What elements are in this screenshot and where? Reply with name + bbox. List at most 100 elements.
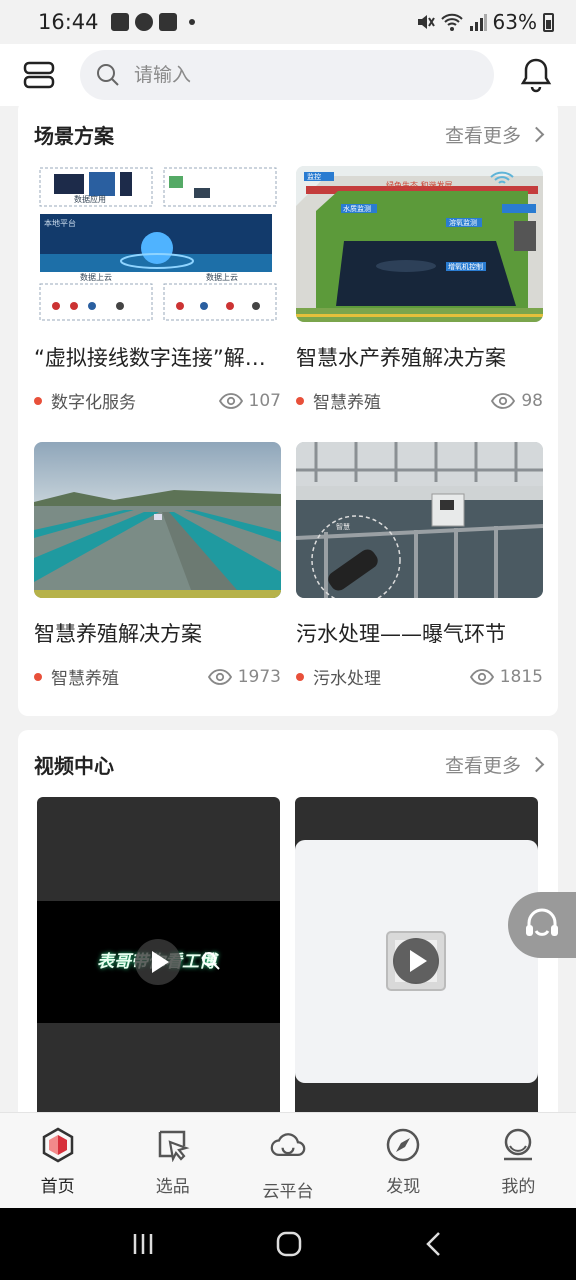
video-center-card: 视频中心 查看更多 表哥带你看工博 bbox=[18, 730, 558, 1112]
eye-icon bbox=[491, 392, 516, 409]
compass-icon bbox=[386, 1128, 420, 1162]
search-bar[interactable] bbox=[80, 50, 494, 100]
video-card[interactable]: 表哥带你看工博 bbox=[37, 797, 280, 1112]
tab-label: 首页 bbox=[40, 1177, 75, 1197]
view-count: 107 bbox=[218, 390, 281, 411]
menu-button[interactable] bbox=[22, 58, 56, 92]
scene-title: 场景方案 bbox=[34, 123, 114, 148]
eye-icon bbox=[207, 668, 232, 685]
eye-icon bbox=[469, 668, 494, 685]
main-content[interactable]: 场景方案 查看更多 数据应用 本地平台 数据上云 数据上云 “虚拟接线数字连接”… bbox=[0, 106, 576, 1112]
view-count-value: 1815 bbox=[499, 666, 543, 687]
scene-item-name: “虚拟接线数字连接”解决方案 bbox=[34, 346, 281, 370]
tab-mine[interactable]: 我的 bbox=[461, 1113, 576, 1208]
customer-service-button[interactable] bbox=[508, 892, 576, 958]
app-icon bbox=[134, 13, 153, 31]
system-status: 63% bbox=[415, 10, 554, 34]
signal-icon bbox=[469, 14, 487, 31]
scene-thumb-farm bbox=[34, 442, 281, 598]
scene-item-meta: 智慧养殖 98 bbox=[296, 388, 543, 413]
status-time: 16:44 bbox=[38, 10, 99, 34]
battery-percent: 63% bbox=[492, 10, 537, 34]
tab-label: 我的 bbox=[501, 1177, 536, 1197]
video-card[interactable] bbox=[295, 797, 538, 1112]
scene-more-label: 查看更多 bbox=[444, 124, 521, 147]
play-icon[interactable] bbox=[135, 939, 181, 985]
tag-dot-icon bbox=[296, 672, 304, 681]
scene-item-tag: 智慧养殖 bbox=[51, 669, 119, 689]
scene-item[interactable]: 智慧 污水处理——曝气环节 污水处理 1815 bbox=[296, 442, 543, 689]
recent-apps-icon[interactable] bbox=[130, 1231, 156, 1257]
mute-icon bbox=[417, 15, 435, 29]
search-input[interactable] bbox=[134, 64, 454, 86]
scene-thumb-sewage: 智慧 bbox=[296, 442, 543, 598]
scene-item-meta: 智慧养殖 1973 bbox=[34, 664, 281, 689]
tab-label: 云平台 bbox=[262, 1182, 314, 1202]
view-count: 1973 bbox=[207, 666, 281, 687]
tab-label: 选品 bbox=[155, 1177, 190, 1197]
thumb-label: 溶氧监测 bbox=[449, 219, 477, 227]
scene-item-tag: 污水处理 bbox=[313, 669, 381, 689]
menu-icon bbox=[23, 61, 55, 89]
scene-thumb-fishpond: 绿色生态 和谐发展 水质监测 溶氧监测 增氧机控制 监控 bbox=[296, 166, 543, 322]
scene-item-meta: 数字化服务 107 bbox=[34, 388, 281, 413]
chevron-right-icon bbox=[528, 756, 545, 772]
thumb-label: 智慧 bbox=[336, 523, 350, 531]
thumb-label: 数据上云 bbox=[80, 273, 112, 282]
notification-icons bbox=[110, 13, 195, 31]
scene-item-meta: 污水处理 1815 bbox=[296, 664, 543, 689]
bottom-tab-bar: 首页 选品 云平台 发现 我的 bbox=[0, 1112, 576, 1208]
tab-label: 发现 bbox=[386, 1177, 421, 1197]
scene-solutions-card: 场景方案 查看更多 数据应用 本地平台 数据上云 数据上云 “虚拟接线数字连接”… bbox=[18, 106, 558, 716]
thumb-label: 数据上云 bbox=[206, 273, 238, 282]
headset-icon bbox=[526, 908, 558, 936]
tab-cloud-platform[interactable]: 云平台 bbox=[230, 1113, 345, 1208]
thumb-label: 监控 bbox=[307, 173, 321, 181]
cloud-icon bbox=[270, 1133, 306, 1157]
bell-icon bbox=[520, 58, 552, 93]
view-count-value: 107 bbox=[248, 390, 281, 411]
scene-more-link[interactable]: 查看更多 bbox=[444, 121, 545, 148]
video-more-label: 查看更多 bbox=[444, 754, 521, 777]
tag-dot-icon bbox=[34, 396, 42, 405]
scene-thumb-diagram: 数据应用 本地平台 数据上云 数据上云 bbox=[34, 166, 281, 322]
system-nav-bar bbox=[0, 1208, 576, 1280]
wifi-icon bbox=[440, 13, 463, 31]
wireless-signal-icon bbox=[490, 171, 514, 184]
magnifier-icon bbox=[202, 952, 220, 970]
chevron-right-icon bbox=[528, 126, 545, 142]
video-title: 视频中心 bbox=[34, 753, 114, 778]
thumb-label: 水质监测 bbox=[343, 205, 371, 213]
video-more-link[interactable]: 查看更多 bbox=[444, 751, 545, 778]
checkbox-icon bbox=[158, 13, 177, 31]
status-bar: 16:44 63% bbox=[0, 0, 576, 44]
scene-item-name: 污水处理——曝气环节 bbox=[296, 622, 506, 646]
tab-home[interactable]: 首页 bbox=[0, 1113, 115, 1208]
notification-button[interactable] bbox=[518, 55, 554, 95]
tab-select[interactable]: 选品 bbox=[115, 1113, 230, 1208]
view-count-value: 98 bbox=[521, 390, 543, 411]
thumb-label: 本地平台 bbox=[44, 219, 76, 228]
search-icon bbox=[97, 64, 119, 86]
scene-item-tag: 数字化服务 bbox=[51, 393, 136, 413]
scene-item[interactable]: 数据应用 本地平台 数据上云 数据上云 “虚拟接线数字连接”解决方案 数字化服务… bbox=[34, 166, 281, 413]
tag-dot-icon bbox=[296, 396, 304, 405]
tab-discover[interactable]: 发现 bbox=[346, 1113, 461, 1208]
scene-item[interactable]: 绿色生态 和谐发展 水质监测 溶氧监测 增氧机控制 监控 智慧水产养殖解决方案 … bbox=[296, 166, 543, 413]
view-count-value: 1973 bbox=[237, 666, 281, 687]
thumb-label: 绿色生态 和谐发展 bbox=[386, 181, 453, 190]
view-count: 1815 bbox=[469, 666, 543, 687]
top-bar bbox=[0, 44, 576, 106]
cursor-select-icon bbox=[158, 1130, 190, 1162]
home-button-icon[interactable] bbox=[275, 1230, 303, 1258]
thumb-label: 数据应用 bbox=[74, 195, 106, 204]
back-icon[interactable] bbox=[422, 1230, 446, 1258]
scene-header: 场景方案 查看更多 bbox=[34, 114, 545, 154]
gallery-icon bbox=[110, 13, 129, 31]
scene-item[interactable]: 智慧养殖解决方案 智慧养殖 1973 bbox=[34, 442, 281, 689]
view-count: 98 bbox=[491, 391, 543, 411]
eye-icon bbox=[218, 392, 243, 409]
home-icon bbox=[42, 1127, 73, 1163]
play-icon[interactable] bbox=[393, 938, 439, 984]
more-notifications-icon bbox=[188, 19, 195, 25]
